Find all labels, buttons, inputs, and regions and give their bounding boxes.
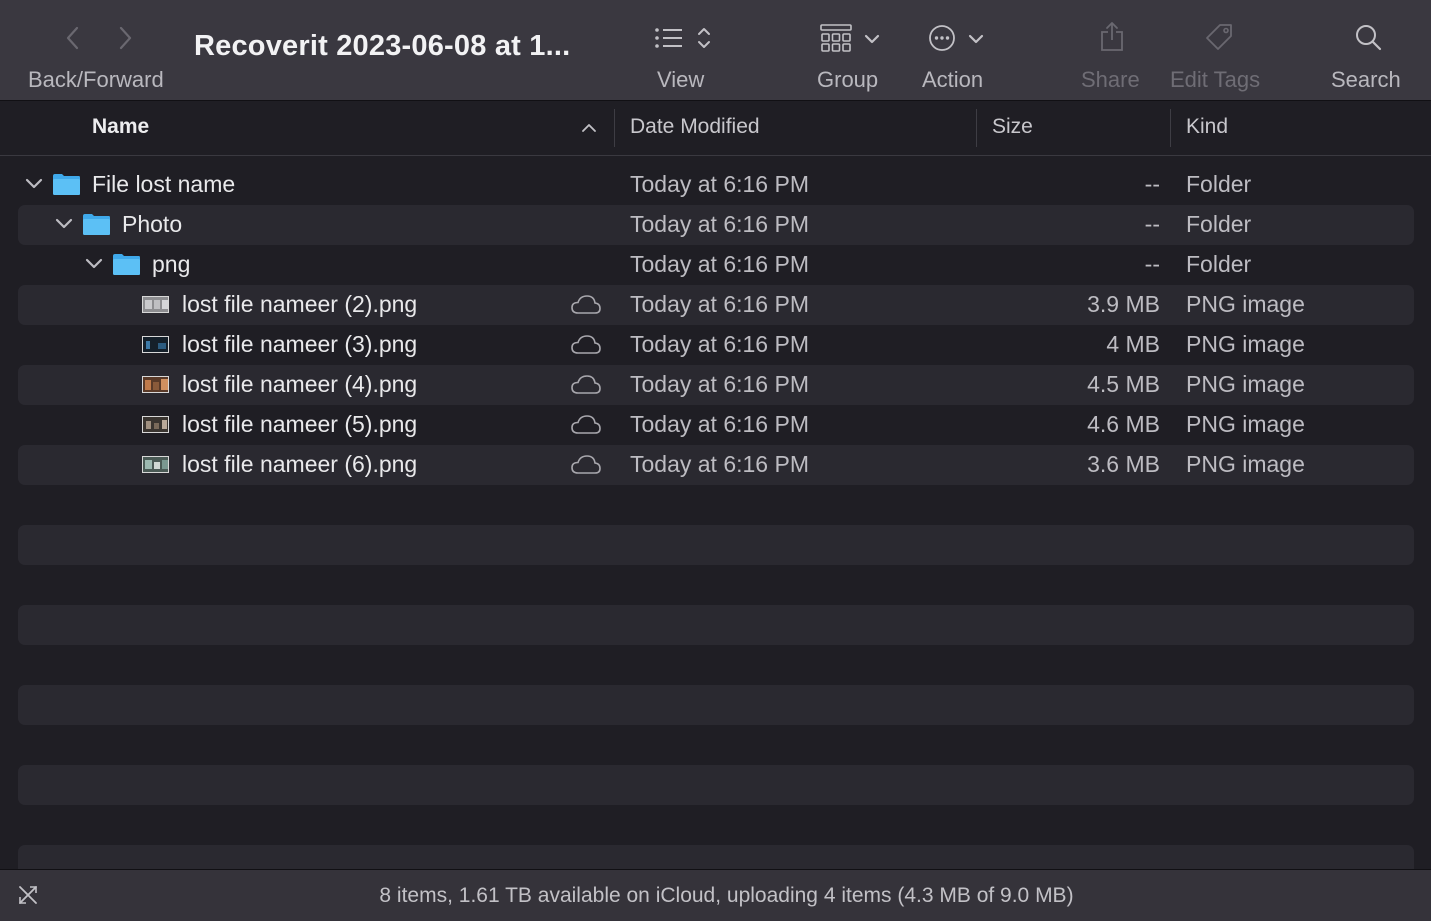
- file-name: lost file nameer (3).png: [182, 331, 418, 357]
- file-name: Photo: [122, 211, 183, 237]
- edit-tags-label[interactable]: Edit Tags: [1170, 67, 1260, 93]
- file-kind: Folder: [1186, 251, 1252, 277]
- file-kind: PNG image: [1186, 411, 1305, 437]
- date-modified: Today at 6:16 PM: [630, 371, 809, 397]
- column-kind-header[interactable]: Kind: [1186, 115, 1228, 139]
- file-kind: PNG image: [1186, 331, 1305, 357]
- date-modified: Today at 6:16 PM: [630, 251, 809, 277]
- date-modified: Today at 6:16 PM: [630, 291, 809, 317]
- disclosure-chevron-down-icon[interactable]: [85, 257, 103, 276]
- image-thumbnail-icon: [142, 416, 169, 433]
- action-chevron-down-icon[interactable]: [968, 32, 984, 50]
- action-label[interactable]: Action: [922, 67, 983, 93]
- disclosure-chevron-down-icon[interactable]: [55, 217, 73, 236]
- file-kind: PNG image: [1186, 451, 1305, 477]
- file-size: --: [1144, 251, 1160, 277]
- folder-icon: [52, 172, 81, 201]
- date-modified: Today at 6:16 PM: [630, 411, 809, 437]
- column-name-header[interactable]: Name: [92, 115, 149, 139]
- group-chevron-down-icon[interactable]: [864, 32, 880, 50]
- view-label[interactable]: View: [657, 67, 704, 93]
- file-name: File lost name: [92, 171, 236, 197]
- group-icon[interactable]: [820, 24, 852, 57]
- disclosure-chevron-down-icon[interactable]: [25, 177, 43, 196]
- empty-row-stripe: [18, 605, 1414, 645]
- share-label[interactable]: Share: [1081, 67, 1140, 93]
- forward-icon[interactable]: [116, 26, 134, 55]
- share-icon[interactable]: [1099, 20, 1125, 57]
- folder-icon: [112, 252, 141, 281]
- icloud-upload-icon: [570, 333, 602, 362]
- icloud-upload-icon: [570, 293, 602, 322]
- empty-row-stripe: [18, 765, 1414, 805]
- date-modified: Today at 6:16 PM: [630, 331, 809, 357]
- toolbar: Back/Forward Recoverit 2023-06-08 at 1..…: [0, 0, 1431, 101]
- image-thumbnail-icon: [142, 376, 169, 393]
- file-size: 3.9 MB: [1087, 291, 1160, 317]
- column-date-modified-header[interactable]: Date Modified: [630, 115, 760, 139]
- file-kind: Folder: [1186, 171, 1252, 197]
- list-item-folder[interactable]: png Today at 6:16 PM -- Folder: [18, 245, 1414, 285]
- icloud-upload-icon: [570, 453, 602, 482]
- view-updown-icon[interactable]: [696, 25, 712, 56]
- file-kind: Folder: [1186, 211, 1252, 237]
- column-divider[interactable]: [976, 109, 977, 147]
- list-view-icon[interactable]: [654, 26, 684, 55]
- file-size: 4.5 MB: [1087, 371, 1160, 397]
- column-divider[interactable]: [614, 109, 615, 147]
- file-name: png: [152, 251, 191, 277]
- list-item-folder[interactable]: Photo Today at 6:16 PM -- Folder: [18, 205, 1414, 245]
- sort-ascending-icon[interactable]: [581, 121, 597, 139]
- icloud-upload-icon: [570, 373, 602, 402]
- date-modified: Today at 6:16 PM: [630, 211, 809, 237]
- folder-icon: [82, 212, 111, 241]
- image-thumbnail-icon: [142, 296, 169, 313]
- search-label[interactable]: Search: [1331, 67, 1401, 93]
- list-item-file[interactable]: lost file nameer (3).png Today at 6:16 P…: [18, 325, 1414, 365]
- window-title: Recoverit 2023-06-08 at 1...: [194, 30, 571, 62]
- image-thumbnail-icon: [142, 456, 169, 473]
- date-modified: Today at 6:16 PM: [630, 451, 809, 477]
- search-icon[interactable]: [1354, 23, 1382, 56]
- empty-row-stripe: [18, 685, 1414, 725]
- file-kind: PNG image: [1186, 291, 1305, 317]
- file-kind: PNG image: [1186, 371, 1305, 397]
- empty-row-stripe: [18, 525, 1414, 565]
- file-size: 4 MB: [1106, 331, 1160, 357]
- list-item-folder[interactable]: File lost name Today at 6:16 PM -- Folde…: [18, 165, 1414, 205]
- list-item-file[interactable]: lost file nameer (2).png Today at 6:16 P…: [18, 285, 1414, 325]
- list-item-file[interactable]: lost file nameer (6).png Today at 6:16 P…: [18, 445, 1414, 485]
- file-size: 3.6 MB: [1087, 451, 1160, 477]
- list-item-file[interactable]: lost file nameer (4).png Today at 6:16 P…: [18, 365, 1414, 405]
- file-size: --: [1144, 171, 1160, 197]
- date-modified: Today at 6:16 PM: [630, 171, 809, 197]
- back-icon[interactable]: [64, 26, 82, 55]
- column-header: Name Date Modified Size Kind: [0, 101, 1431, 156]
- group-label[interactable]: Group: [817, 67, 878, 93]
- file-name: lost file nameer (5).png: [182, 411, 418, 437]
- file-name: lost file nameer (4).png: [182, 371, 418, 397]
- file-name: lost file nameer (6).png: [182, 451, 418, 477]
- list-item-file[interactable]: lost file nameer (5).png Today at 6:16 P…: [18, 405, 1414, 445]
- status-bar: 8 items, 1.61 TB available on iCloud, up…: [0, 869, 1431, 921]
- file-name: lost file nameer (2).png: [182, 291, 418, 317]
- image-thumbnail-icon: [142, 336, 169, 353]
- tag-icon[interactable]: [1203, 22, 1235, 59]
- column-divider[interactable]: [1170, 109, 1171, 147]
- status-text: 8 items, 1.61 TB available on iCloud, up…: [379, 884, 1074, 907]
- file-size: 4.6 MB: [1087, 411, 1160, 437]
- icloud-upload-icon: [570, 413, 602, 442]
- column-size-header[interactable]: Size: [992, 115, 1033, 139]
- file-size: --: [1144, 211, 1160, 237]
- back-forward-label: Back/Forward: [28, 67, 164, 92]
- action-ellipsis-icon[interactable]: [928, 24, 956, 57]
